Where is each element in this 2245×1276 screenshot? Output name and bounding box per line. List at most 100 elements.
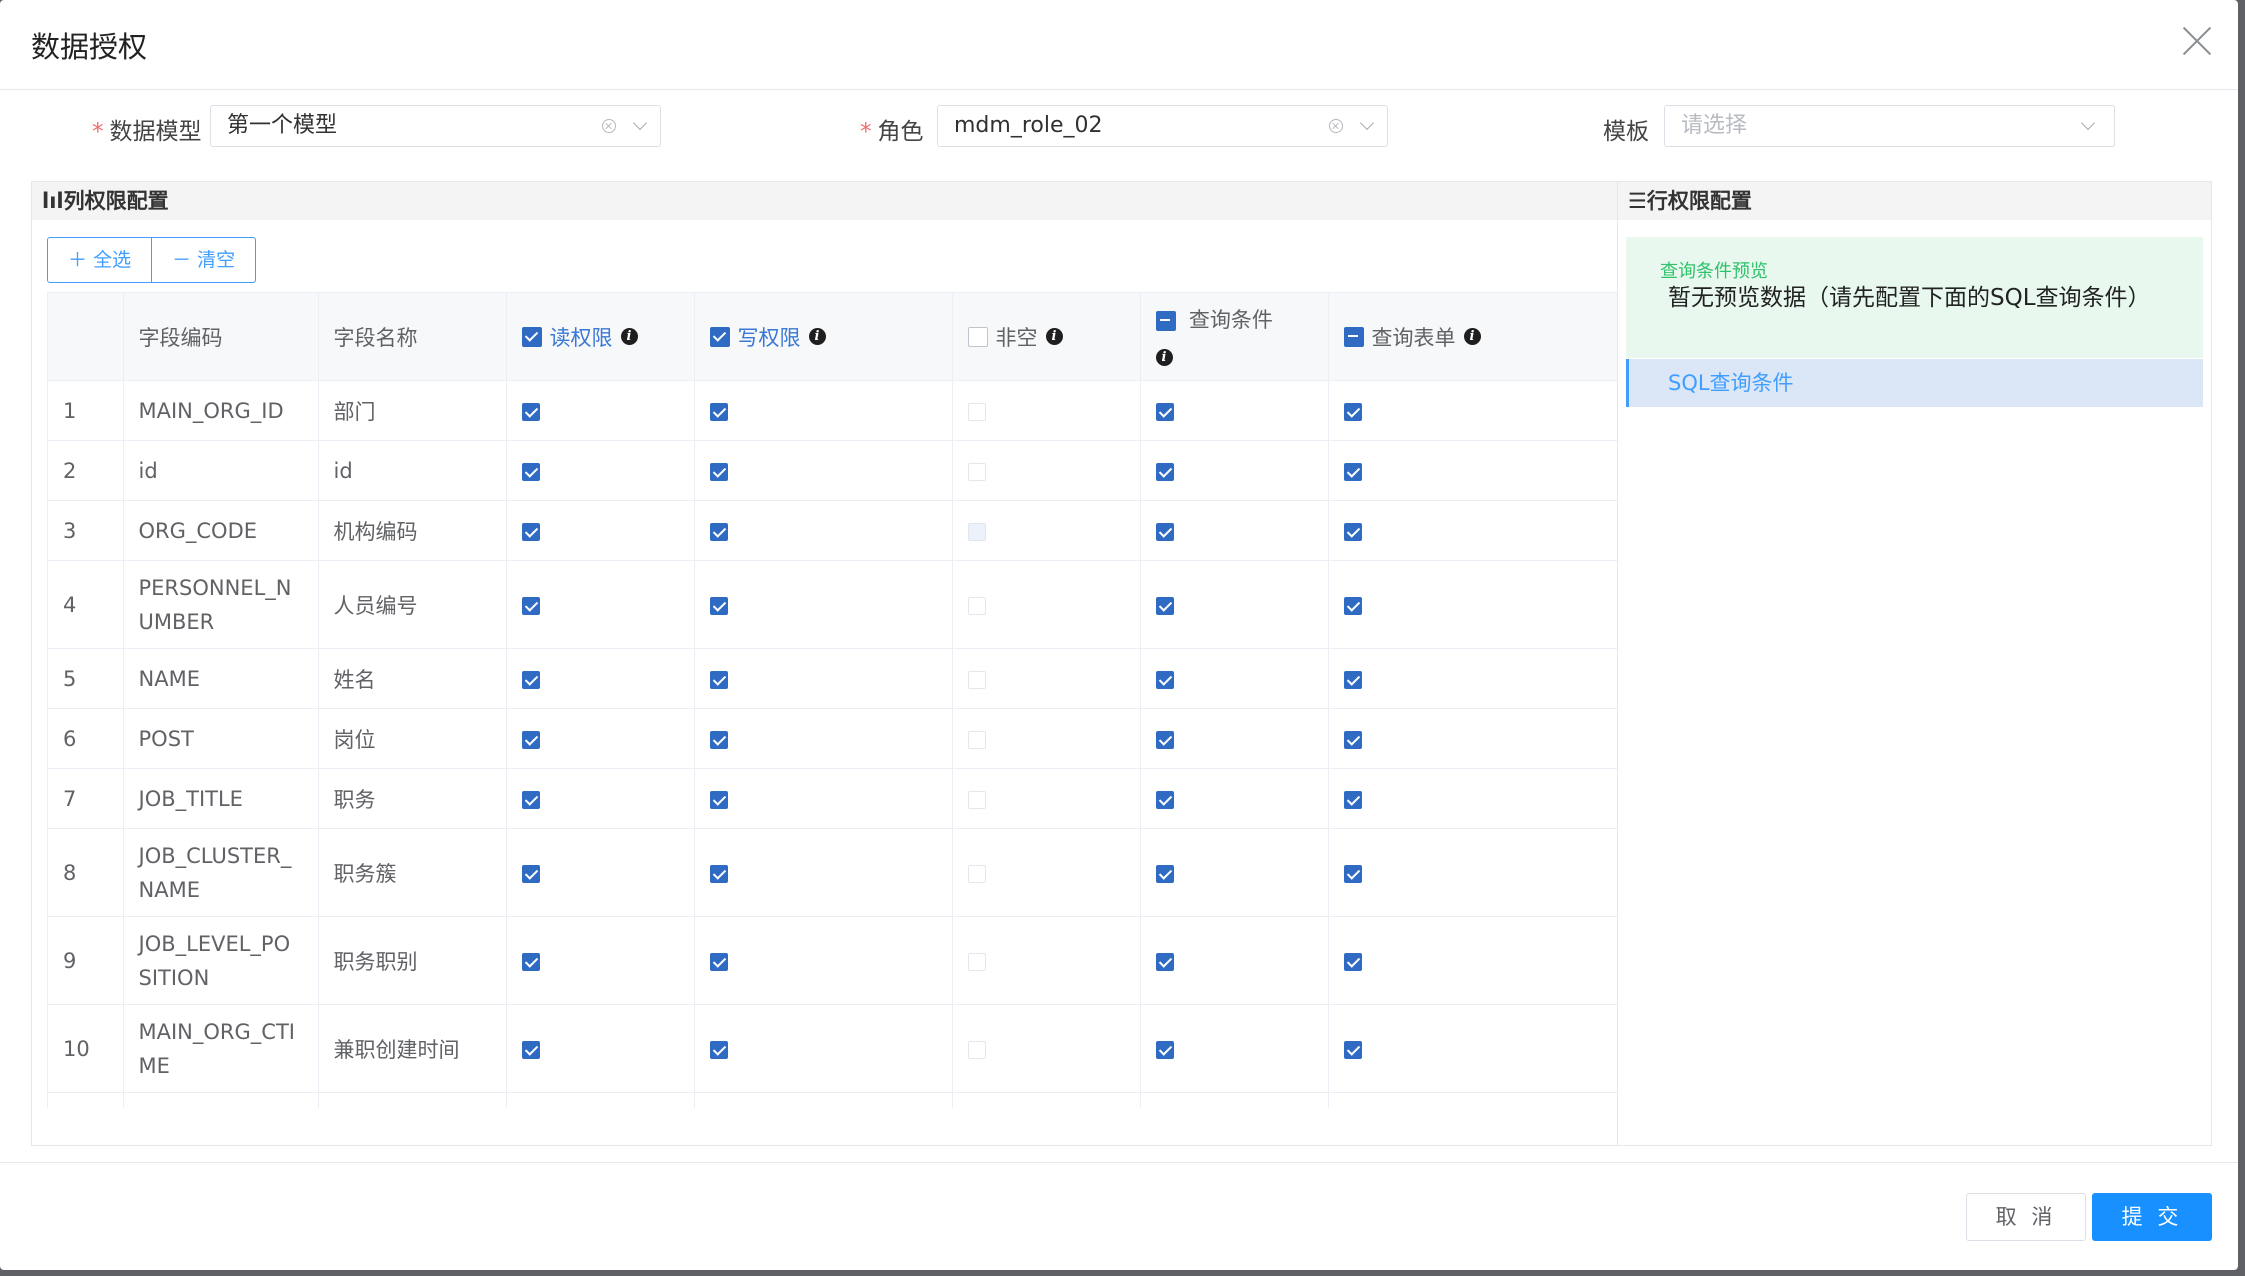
- read-checkbox[interactable]: [521, 402, 540, 421]
- minus-icon: －: [172, 249, 192, 271]
- info-icon[interactable]: i: [1045, 328, 1063, 345]
- query-form-checkbox[interactable]: [1343, 402, 1362, 421]
- query-checkbox[interactable]: [1155, 952, 1174, 971]
- read-checkbox[interactable]: [521, 1040, 540, 1059]
- query-checkbox[interactable]: [1155, 402, 1174, 421]
- query-checkbox[interactable]: [1155, 864, 1174, 883]
- template-select[interactable]: 请选择: [1664, 105, 2115, 147]
- info-icon[interactable]: i: [620, 328, 638, 345]
- required-all-checkbox[interactable]: [967, 326, 988, 347]
- write-checkbox[interactable]: [709, 952, 728, 971]
- table-row: 4 PERSONNEL_NUMBER 人员编号: [48, 560, 1622, 649]
- query-form-checkbox[interactable]: [1343, 864, 1362, 883]
- write-checkbox[interactable]: [709, 730, 728, 749]
- required-checkbox[interactable]: [967, 790, 986, 809]
- required-checkbox[interactable]: [967, 522, 986, 541]
- query-all-checkbox[interactable]: [1155, 310, 1176, 331]
- data-authorization-dialog: 数据授权 * 数据模型 第一个模型 * 角色 mdm_role_02 模板 请选择 …: [0, 0, 2238, 1270]
- field-code: JOB_LEVEL_POSITION: [123, 916, 319, 1005]
- field-code: ORG_CODE: [123, 500, 319, 561]
- query-form-checkbox[interactable]: [1343, 790, 1362, 809]
- write-all-checkbox[interactable]: [709, 326, 730, 347]
- chevron-down-icon: [1359, 115, 1375, 131]
- required-checkbox[interactable]: [967, 596, 986, 615]
- query-form-checkbox[interactable]: [1343, 670, 1362, 689]
- query-form-checkbox[interactable]: [1343, 730, 1362, 749]
- role-select[interactable]: mdm_role_02: [937, 105, 1388, 147]
- info-icon[interactable]: i: [808, 328, 826, 345]
- required-checkbox[interactable]: [967, 670, 986, 689]
- cancel-button[interactable]: 取 消: [1966, 1193, 2086, 1241]
- close-icon[interactable]: [2180, 24, 2214, 58]
- required-checkbox[interactable]: [967, 730, 986, 749]
- clear-icon[interactable]: [602, 119, 616, 133]
- query-form-all-checkbox[interactable]: [1343, 326, 1364, 347]
- sql-condition-item[interactable]: SQL查询条件: [1626, 359, 2203, 407]
- read-checkbox[interactable]: [521, 864, 540, 883]
- chevron-down-icon: [632, 115, 648, 131]
- query-checkbox[interactable]: [1155, 596, 1174, 615]
- query-form-checkbox[interactable]: [1343, 1040, 1362, 1059]
- query-checkbox[interactable]: [1155, 1040, 1174, 1059]
- read-checkbox[interactable]: [521, 730, 540, 749]
- write-checkbox[interactable]: [709, 670, 728, 689]
- field-name: 机构编码: [318, 500, 507, 561]
- write-checkbox[interactable]: [709, 596, 728, 615]
- query-checkbox[interactable]: [1155, 522, 1174, 541]
- table-row: 5 NAME 姓名: [48, 648, 1622, 709]
- read-checkbox[interactable]: [521, 596, 540, 615]
- row-index: 9: [48, 916, 124, 1005]
- row-index: 6: [48, 708, 124, 769]
- table-row: 9 JOB_LEVEL_POSITION 职务职别: [48, 916, 1622, 1005]
- table-row: 1 MAIN_ORG_ID 部门: [48, 380, 1622, 441]
- row-index: 10: [48, 1004, 124, 1093]
- info-icon[interactable]: i: [1155, 348, 1173, 366]
- required-checkbox[interactable]: [967, 952, 986, 971]
- clear-button[interactable]: － 清空: [151, 237, 257, 283]
- read-checkbox[interactable]: [521, 790, 540, 809]
- field-code: MAIN_ORG_ID: [123, 380, 319, 441]
- read-checkbox[interactable]: [521, 462, 540, 481]
- column-permission-table[interactable]: 字段编码 字段名称 读权限 i 写权限 i 非空 i 查询条件 i 查询表单 i…: [47, 292, 1622, 1108]
- column-action-buttons: ＋ 全选 － 清空: [47, 237, 257, 283]
- model-label: * 数据模型: [92, 119, 202, 145]
- model-select[interactable]: 第一个模型: [210, 105, 661, 147]
- info-icon[interactable]: i: [1463, 328, 1481, 345]
- write-checkbox[interactable]: [709, 1040, 728, 1059]
- field-code: MAIN_ORG_CTIME: [123, 1004, 319, 1093]
- query-checkbox[interactable]: [1155, 462, 1174, 481]
- field-code: id: [123, 440, 319, 501]
- row-index: 8: [48, 828, 124, 917]
- read-checkbox[interactable]: [521, 952, 540, 971]
- write-checkbox[interactable]: [709, 864, 728, 883]
- write-checkbox[interactable]: [709, 522, 728, 541]
- write-checkbox[interactable]: [709, 462, 728, 481]
- required-checkbox[interactable]: [967, 462, 986, 481]
- read-checkbox[interactable]: [521, 670, 540, 689]
- field-code: JOB_TITLE: [123, 768, 319, 829]
- row-index: 4: [48, 560, 124, 649]
- table-row: 10 MAIN_ORG_CTIME 兼职创建时间: [48, 1004, 1622, 1093]
- field-name: 兼职创建时间: [318, 1004, 507, 1093]
- read-all-checkbox[interactable]: [521, 326, 542, 347]
- query-form-checkbox[interactable]: [1343, 952, 1362, 971]
- row-index: 1: [48, 380, 124, 441]
- query-checkbox[interactable]: [1155, 790, 1174, 809]
- required-checkbox[interactable]: [967, 402, 986, 421]
- required-checkbox[interactable]: [967, 1040, 986, 1059]
- query-checkbox[interactable]: [1155, 730, 1174, 749]
- required-checkbox[interactable]: [967, 864, 986, 883]
- query-checkbox[interactable]: [1155, 670, 1174, 689]
- select-all-button[interactable]: ＋ 全选: [47, 237, 153, 283]
- clear-icon[interactable]: [1329, 119, 1343, 133]
- query-form-checkbox[interactable]: [1343, 522, 1362, 541]
- write-checkbox[interactable]: [709, 402, 728, 421]
- write-checkbox[interactable]: [709, 790, 728, 809]
- query-form-checkbox[interactable]: [1343, 596, 1362, 615]
- row-index: 7: [48, 768, 124, 829]
- submit-button[interactable]: 提 交: [2092, 1193, 2212, 1241]
- header-query: 查询条件 i: [1140, 293, 1329, 381]
- read-checkbox[interactable]: [521, 522, 540, 541]
- query-form-checkbox[interactable]: [1343, 462, 1362, 481]
- template-label: 模板: [1603, 119, 1649, 145]
